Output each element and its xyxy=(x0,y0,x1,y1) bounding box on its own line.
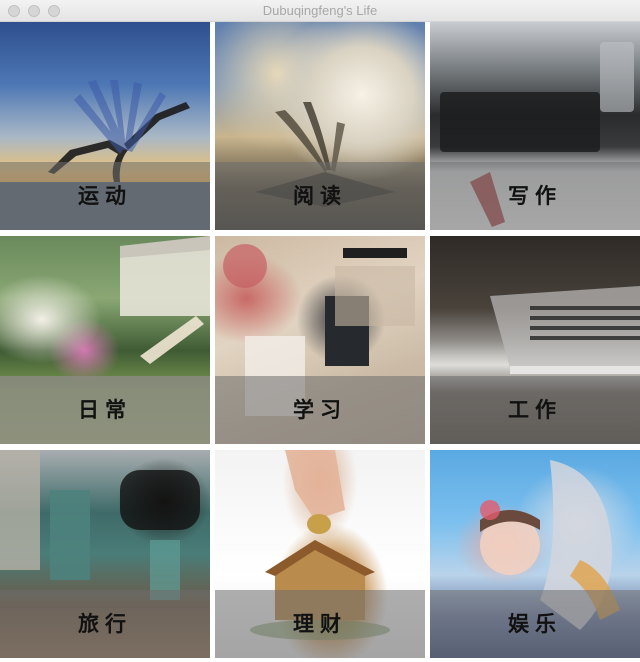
category-grid: 运动 阅读 写作 日常 学习 工作 旅行 理财 娱乐 xyxy=(0,22,640,662)
tile-study-label: 学习 xyxy=(293,398,347,422)
tile-sport-label: 运动 xyxy=(78,184,132,208)
tile-work[interactable]: 工作 xyxy=(430,236,640,444)
tile-daily[interactable]: 日常 xyxy=(0,236,210,444)
tile-sport[interactable]: 运动 xyxy=(0,22,210,230)
tile-travel[interactable]: 旅行 xyxy=(0,450,210,658)
tile-reading-label: 阅读 xyxy=(293,184,347,208)
tile-work-label: 工作 xyxy=(508,398,562,422)
window-title: Dubuqingfeng's Life xyxy=(262,3,378,18)
app-window: Dubuqingfeng's Life 运动 阅读 写作 日常 学习 工作 旅行… xyxy=(0,0,640,662)
tile-reading[interactable]: 阅读 xyxy=(215,22,425,230)
tile-finance-label: 理财 xyxy=(293,612,347,636)
tile-finance[interactable]: 理财 xyxy=(215,450,425,658)
tile-study[interactable]: 学习 xyxy=(215,236,425,444)
tile-writing[interactable]: 写作 xyxy=(430,22,640,230)
tile-entertainment-label: 娱乐 xyxy=(508,612,562,636)
title-bar[interactable]: Dubuqingfeng's Life xyxy=(0,0,640,22)
tile-daily-label: 日常 xyxy=(78,398,132,422)
tile-entertainment[interactable]: 娱乐 xyxy=(430,450,640,658)
tile-travel-label: 旅行 xyxy=(78,612,132,636)
tile-writing-label: 写作 xyxy=(508,184,562,208)
